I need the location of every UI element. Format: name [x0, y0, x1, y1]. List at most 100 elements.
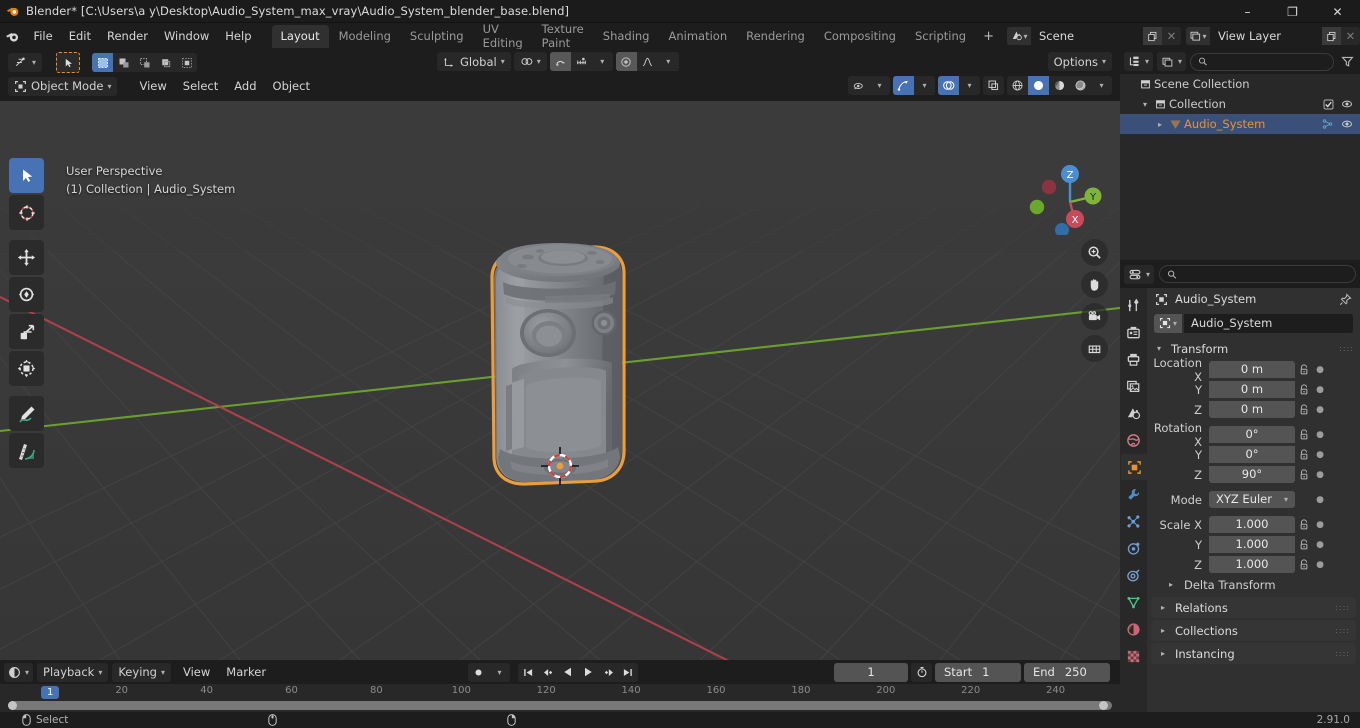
- rotation-mode-dropdown[interactable]: XYZ Euler ▾: [1209, 491, 1295, 508]
- shading-mode-group[interactable]: ▾: [1007, 76, 1112, 95]
- menu-edit[interactable]: Edit: [61, 26, 99, 46]
- menu-file[interactable]: File: [25, 26, 60, 46]
- transform-value-field[interactable]: 0 m: [1209, 401, 1295, 418]
- select-extend-icon[interactable]: [113, 53, 134, 72]
- minimize-button[interactable]: –: [1225, 0, 1270, 23]
- editor-type-selector[interactable]: ▾: [8, 53, 43, 72]
- animate-property-dot[interactable]: ●: [1313, 405, 1327, 415]
- orthographic-toggle-icon[interactable]: [1081, 335, 1108, 362]
- animate-property-dot[interactable]: ●: [1313, 560, 1327, 570]
- properties-tab-view-layer[interactable]: [1121, 373, 1147, 399]
- workspace-tab-scripting[interactable]: Scripting: [906, 25, 975, 48]
- properties-tab-scene[interactable]: [1121, 400, 1147, 426]
- 3d-viewport[interactable]: ▾ Global ▾ ▾ ▾ ▾ Options ▾ Object Mode ▾…: [0, 49, 1120, 660]
- maximize-button[interactable]: ❐: [1270, 0, 1315, 23]
- object-mode-selector[interactable]: Object Mode ▾: [8, 76, 118, 96]
- viewport-menu-object[interactable]: Object: [265, 76, 318, 96]
- properties-tab-particles[interactable]: [1121, 508, 1147, 534]
- lock-icon[interactable]: [1295, 538, 1313, 551]
- record-dot-icon[interactable]: [468, 663, 489, 682]
- outliner-search-box[interactable]: [1190, 52, 1334, 71]
- new-view-layer-button[interactable]: [1322, 27, 1341, 45]
- timeline-playhead[interactable]: 1: [41, 684, 60, 700]
- visibility-eye-icon[interactable]: [848, 76, 869, 95]
- jump-to-start-button[interactable]: [518, 662, 538, 682]
- tool-tweak-select-icon[interactable]: [9, 158, 44, 193]
- viewport-axis-gizmo[interactable]: Z Y X: [1029, 157, 1107, 235]
- transform-value-field[interactable]: 0°: [1209, 426, 1295, 443]
- workspace-tab-modeling[interactable]: Modeling: [330, 25, 400, 48]
- properties-tab-object-data[interactable]: [1121, 589, 1147, 615]
- workspace-tab-compositing[interactable]: Compositing: [815, 25, 905, 48]
- visibility-dropdown-icon[interactable]: ▾: [869, 76, 890, 95]
- properties-tab-output[interactable]: [1121, 346, 1147, 372]
- view-layer-name-field[interactable]: View Layer: [1210, 27, 1322, 45]
- options-button[interactable]: Options ▾: [1047, 52, 1112, 71]
- animate-property-dot[interactable]: ●: [1313, 495, 1327, 505]
- remove-scene-button[interactable]: ✕: [1162, 27, 1181, 45]
- outliner-visibility-eye-icon[interactable]: [1340, 118, 1354, 130]
- viewport-menu-view[interactable]: View: [131, 76, 174, 96]
- panel-grip-icon[interactable]: ::::: [1335, 649, 1350, 657]
- animate-property-dot[interactable]: ●: [1313, 540, 1327, 550]
- auto-key-group[interactable]: ▾: [468, 662, 510, 682]
- animate-property-dot[interactable]: ●: [1313, 365, 1327, 375]
- animate-property-dot[interactable]: ●: [1313, 520, 1327, 530]
- select-difference-icon[interactable]: [176, 53, 197, 72]
- timeline-editor-type-icon[interactable]: ▾: [4, 662, 34, 682]
- transform-value-field[interactable]: 1.000: [1209, 516, 1295, 533]
- outliner-visibility-eye-icon[interactable]: [1340, 98, 1354, 110]
- transform-value-field[interactable]: 90°: [1209, 466, 1295, 483]
- outliner-exclude-checkbox[interactable]: [1323, 99, 1334, 110]
- object-name-field[interactable]: Audio_System: [1184, 313, 1353, 333]
- gizmo-dropdown-icon[interactable]: ▾: [914, 76, 935, 95]
- view-layer-icon[interactable]: ▾: [1186, 27, 1210, 45]
- select-mode-group[interactable]: [92, 53, 198, 72]
- viewport-canvas[interactable]: User Perspective (1) Collection | Audio_…: [0, 101, 1120, 660]
- select-box-icon[interactable]: [92, 53, 114, 72]
- delta-transform-subpanel[interactable]: ▸ Delta Transform: [1147, 574, 1360, 595]
- jump-to-prev-keyframe-button[interactable]: [538, 662, 558, 682]
- timeline-menu-view[interactable]: View: [175, 662, 218, 682]
- panel-grip-icon[interactable]: ::::: [1335, 603, 1350, 611]
- tool-rotate-icon[interactable]: [9, 277, 44, 312]
- lock-icon[interactable]: [1295, 428, 1313, 441]
- workspace-tab-layout[interactable]: Layout: [271, 24, 329, 48]
- outliner-editor[interactable]: ▾ ▾ Scene Collection ▾ Collection ▸ Audi…: [1120, 49, 1360, 260]
- workspace-tab-shading[interactable]: Shading: [594, 25, 659, 48]
- outliner-editor-type-icon[interactable]: ▾: [1124, 52, 1154, 71]
- panel-relations[interactable]: ▸ Relations ::::: [1151, 597, 1356, 618]
- cursor-tool-toggle[interactable]: [56, 52, 81, 73]
- play-button[interactable]: [578, 662, 598, 682]
- outliner-expander-icon[interactable]: ▾: [1139, 100, 1151, 109]
- overlays-group[interactable]: ▾: [938, 76, 980, 95]
- start-frame-field[interactable]: Start 1: [935, 662, 1021, 682]
- pin-icon[interactable]: [1339, 292, 1352, 306]
- use-preview-range-icon[interactable]: [911, 662, 932, 682]
- material-preview-shading-icon[interactable]: [1049, 76, 1070, 95]
- transform-value-field[interactable]: 0 m: [1209, 381, 1295, 398]
- outliner-row-collection[interactable]: ▾ Collection: [1120, 94, 1360, 114]
- menu-help[interactable]: Help: [217, 26, 259, 46]
- wireframe-shading-icon[interactable]: [1007, 76, 1028, 95]
- proportional-editing-group[interactable]: ▾: [615, 52, 679, 71]
- animate-property-dot[interactable]: ●: [1313, 450, 1327, 460]
- properties-tab-constraints[interactable]: [1121, 562, 1147, 588]
- panel-collections[interactable]: ▸ Collections ::::: [1151, 620, 1356, 641]
- auto-key-dropdown-icon[interactable]: ▾: [489, 663, 510, 682]
- gizmo-group[interactable]: ▾: [893, 76, 935, 95]
- pan-hand-icon[interactable]: [1081, 271, 1108, 298]
- delta-transform-expander-icon[interactable]: ▸: [1165, 580, 1177, 589]
- timeline-menu-marker[interactable]: Marker: [218, 662, 274, 682]
- animate-property-dot[interactable]: ●: [1313, 470, 1327, 480]
- outliner-row-audio_system[interactable]: ▸ Audio_System: [1120, 114, 1360, 134]
- select-subtract-icon[interactable]: [134, 53, 155, 72]
- snapping-group[interactable]: ▾: [549, 52, 613, 71]
- gizmo-icon[interactable]: [893, 76, 914, 95]
- rendered-shading-icon[interactable]: [1070, 76, 1091, 95]
- menu-window[interactable]: Window: [156, 26, 217, 46]
- lock-icon[interactable]: [1295, 448, 1313, 461]
- lock-icon[interactable]: [1295, 383, 1313, 396]
- timeline-scroll-bar[interactable]: [8, 701, 1112, 710]
- timeline-scroll-handle-left[interactable]: [8, 701, 17, 710]
